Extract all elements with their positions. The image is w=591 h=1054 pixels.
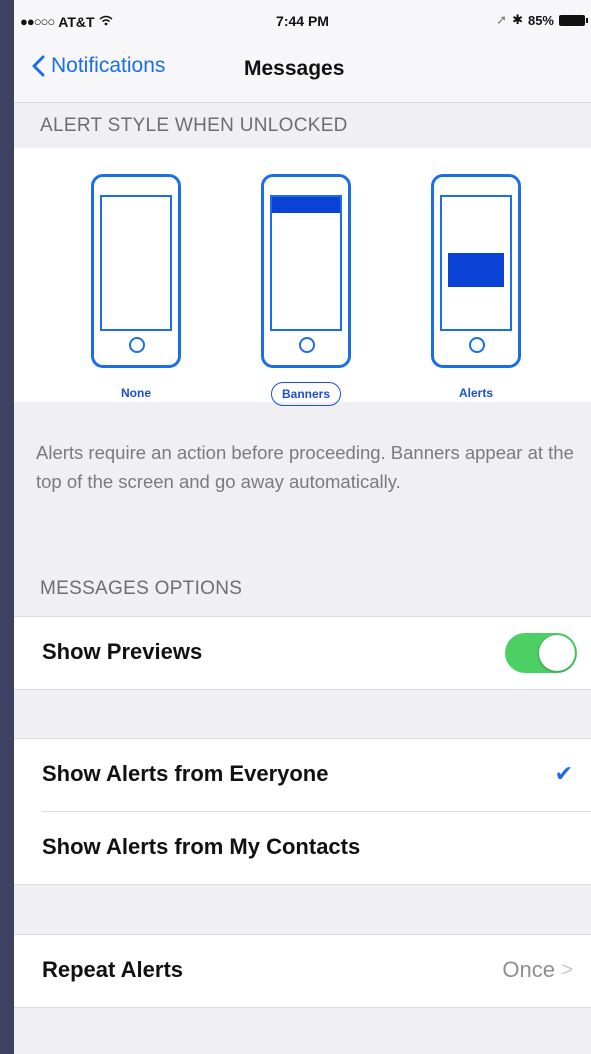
alerts-from-contacts-row[interactable]: Show Alerts from My Contacts (42, 811, 591, 884)
chevron-right-icon: > (561, 959, 573, 981)
alert-style-alerts-label: Alerts (458, 386, 493, 400)
show-previews-toggle[interactable] (505, 633, 577, 673)
settings-screen: ●●○○○ AT&T 7:44 PM ➚ ✱ 85% Notifications… (14, 0, 591, 1054)
back-button[interactable]: Notifications (32, 54, 165, 78)
alert-style-picker: None Banners Alerts (14, 148, 591, 406)
repeat-alerts-label: Repeat Alerts (42, 957, 184, 982)
repeat-alerts-group: Repeat Alerts Once > (14, 934, 591, 1008)
messages-options-header: MESSAGES OPTIONS (40, 578, 243, 599)
location-arrow-icon: ➚ (496, 12, 508, 27)
alerts-from-contacts-label: Show Alerts from My Contacts (42, 834, 361, 859)
battery-icon (559, 14, 588, 26)
repeat-alerts-row[interactable]: Repeat Alerts Once > (14, 935, 591, 1007)
chevron-left-icon (32, 55, 45, 77)
bluetooth-icon: ✱ (512, 12, 523, 27)
show-previews-label: Show Previews (42, 639, 203, 664)
status-bar: ●●○○○ AT&T 7:44 PM ➚ ✱ 85% (14, 0, 591, 40)
repeat-alerts-value: Once (502, 957, 555, 982)
phone-none-icon (91, 174, 181, 368)
checkmark-icon: ✔ (554, 761, 573, 786)
alerts-from-everyone-label: Show Alerts from Everyone (42, 761, 329, 786)
alert-style-none-label: None (121, 386, 151, 400)
page-title: Messages (244, 57, 345, 80)
phone-banner-icon (261, 174, 351, 368)
navigation-bar: Notifications Messages (14, 40, 591, 103)
alert-style-header: ALERT STYLE WHEN UNLOCKED (40, 115, 348, 136)
alerts-from-group: Show Alerts from Everyone ✔ Show Alerts … (14, 738, 591, 885)
toggle-knob (539, 635, 575, 671)
back-button-label: Notifications (51, 54, 166, 77)
alert-style-description: Alerts require an action before proceedi… (36, 442, 574, 492)
alerts-from-everyone-row[interactable]: Show Alerts from Everyone ✔ (14, 739, 591, 811)
previews-group: Show Previews (14, 616, 591, 690)
battery-percent: 85% (527, 12, 554, 28)
alert-style-banners[interactable]: Banners (256, 174, 356, 406)
alert-style-banners-label: Banners (270, 382, 342, 406)
device-frame (0, 0, 14, 1054)
show-previews-row: Show Previews (14, 617, 591, 689)
alert-style-none[interactable]: None (86, 174, 186, 404)
alert-style-alerts[interactable]: Alerts (426, 174, 526, 404)
phone-alert-icon (431, 174, 521, 368)
